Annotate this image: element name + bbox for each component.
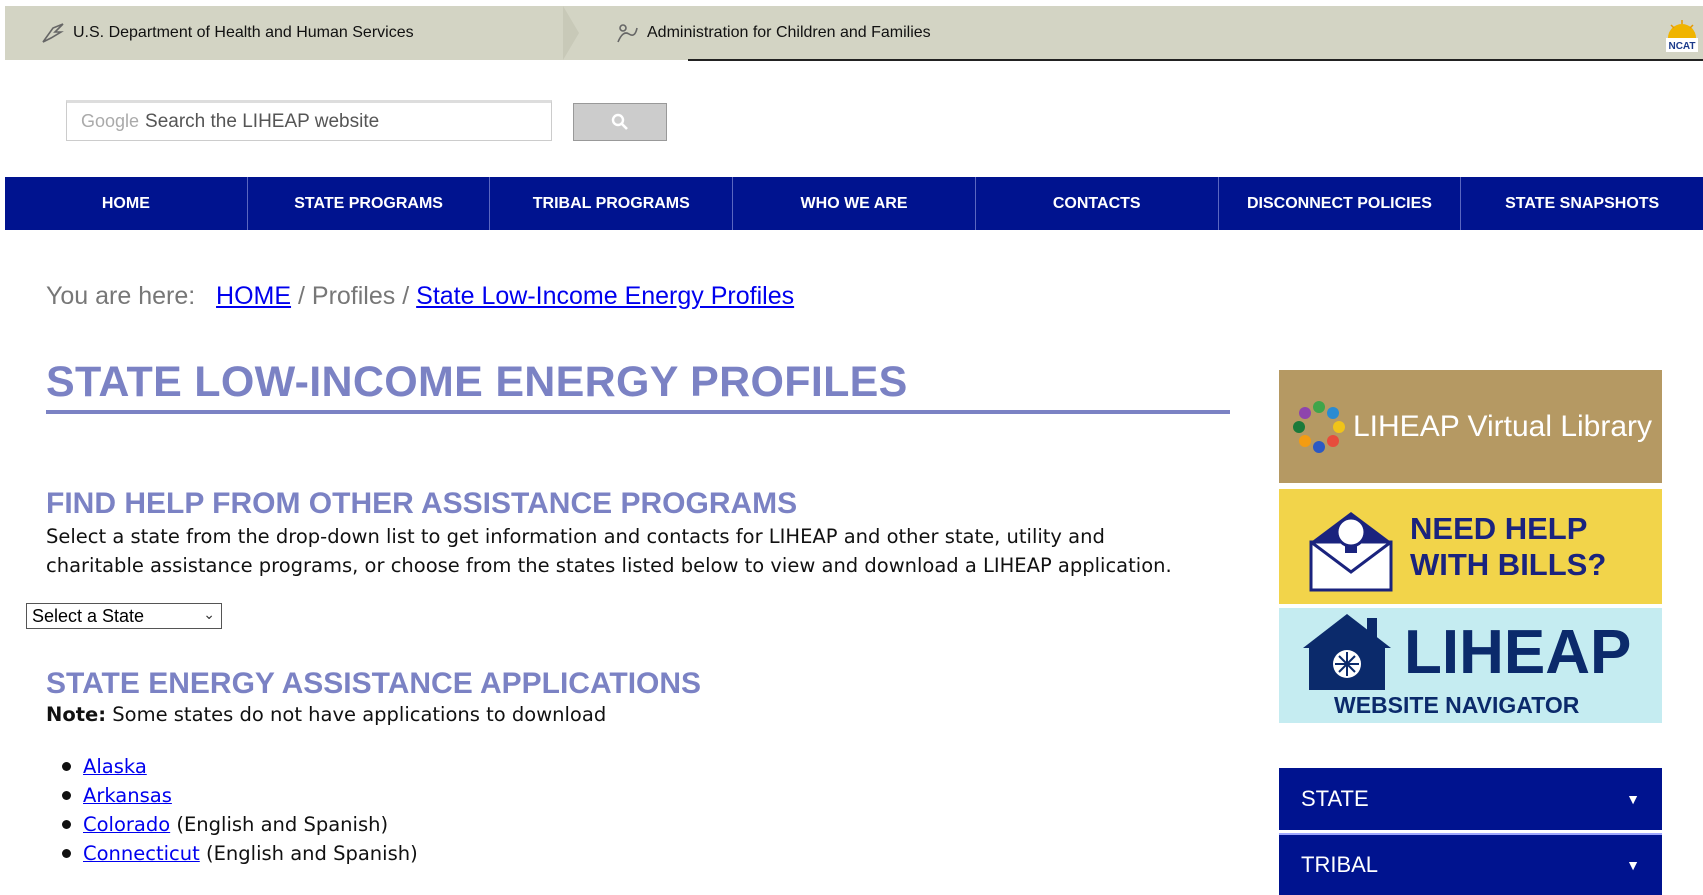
search-icon [611, 113, 628, 130]
caret-down-icon: ▼ [1626, 857, 1640, 873]
note-text: Some states do not have applications to … [112, 703, 607, 726]
bills-line2: WITH BILLS? [1410, 547, 1607, 582]
virtual-library-banner[interactable]: LIHEAP Virtual Library [1279, 370, 1662, 483]
hhs-label: U.S. Department of Health and Human Serv… [73, 24, 414, 41]
acf-label: Administration for Children and Families [647, 24, 931, 41]
accordion-tribal[interactable]: TRIBAL ▼ [1279, 833, 1662, 895]
caret-down-icon: ▼ [1626, 791, 1640, 807]
list-item: Alaska [62, 752, 418, 781]
accordion-state-label: STATE [1301, 786, 1369, 811]
state-link-connecticut[interactable]: Connecticut [83, 842, 200, 865]
main-nav: HOME STATE PROGRAMS TRIBAL PROGRAMS WHO … [5, 177, 1703, 230]
bills-line1: NEED HELP [1410, 511, 1588, 546]
breadcrumb: You are here: HOME / Profiles / State Lo… [46, 282, 794, 311]
hhs-eagle-icon [42, 23, 64, 43]
breadcrumb-separator: / [402, 282, 410, 310]
list-item: Arkansas [62, 781, 418, 810]
breadcrumb-home-link[interactable]: HOME [216, 282, 291, 310]
search-button[interactable] [573, 103, 667, 141]
bar-underline [688, 59, 1703, 61]
title-rule [46, 410, 1230, 414]
list-item: Connecticut (English and Spanish) [62, 839, 418, 868]
need-help-bills-banner[interactable]: NEED HELP WITH BILLS? [1279, 489, 1662, 604]
website-navigator-banner[interactable]: LIHEAP WEBSITE NAVIGATOR [1279, 608, 1662, 723]
bullet [62, 849, 71, 858]
bar-divider [563, 6, 579, 60]
help-text: Select a state from the drop-down list t… [46, 525, 1172, 577]
nav-home[interactable]: HOME [5, 177, 248, 230]
state-link-alaska[interactable]: Alaska [83, 755, 147, 778]
nav-contacts[interactable]: CONTACTS [976, 177, 1219, 230]
bullet [62, 820, 71, 829]
nav-who-we-are[interactable]: WHO WE ARE [733, 177, 976, 230]
state-suffix: (English and Spanish) [205, 842, 418, 865]
svg-text:NCAT: NCAT [1668, 41, 1695, 52]
list-item: Colorado (English and Spanish) [62, 810, 418, 839]
accordion-tribal-label: TRIBAL [1301, 852, 1379, 877]
house-sun-snowflake-icon [1303, 614, 1391, 690]
nav-state-programs[interactable]: STATE PROGRAMS [248, 177, 491, 230]
state-select-value: Select a State [32, 605, 145, 626]
state-list: Alaska Arkansas Colorado (English and Sp… [62, 752, 418, 868]
chevron-down-icon: ⌄ [203, 606, 215, 622]
state-link-arkansas[interactable]: Arkansas [83, 784, 172, 807]
ncat-sun-icon: NCAT [1666, 20, 1698, 52]
nav-state-snapshots[interactable]: STATE SNAPSHOTS [1461, 177, 1703, 230]
bullet [62, 791, 71, 800]
google-logo: Google [81, 111, 140, 131]
nav-disconnect-policies[interactable]: DISCONNECT POLICIES [1219, 177, 1462, 230]
bullet [62, 762, 71, 771]
note-label: Note: [46, 703, 107, 726]
breadcrumb-profiles: Profiles [311, 282, 396, 310]
breadcrumb-prefix: You are here: [46, 282, 196, 310]
state-select[interactable]: Select a State ⌄ [26, 603, 222, 629]
navigator-big-label: LIHEAP [1404, 618, 1632, 687]
nav-tribal-programs[interactable]: TRIBAL PROGRAMS [490, 177, 734, 230]
state-link-colorado[interactable]: Colorado [83, 813, 170, 836]
virtual-library-label: LIHEAP Virtual Library [1353, 409, 1653, 443]
state-suffix: (English and Spanish) [176, 813, 389, 836]
accordion-state[interactable]: STATE ▼ [1279, 768, 1662, 830]
page-title: STATE LOW-INCOME ENERGY PROFILES [46, 358, 908, 406]
search-input[interactable]: Google Search the LIHEAP website [66, 100, 552, 141]
dots-circle-icon [1293, 400, 1345, 453]
acf-family-icon [617, 24, 638, 43]
breadcrumb-current-link[interactable]: State Low-Income Energy Profiles [416, 282, 794, 310]
agency-bar: U.S. Department of Health and Human Serv… [5, 6, 1703, 61]
ncat-logo[interactable]: NCAT [1665, 18, 1699, 54]
applications-heading: STATE ENERGY ASSISTANCE APPLICATIONS [46, 667, 702, 700]
acf-link[interactable]: Administration for Children and Families [615, 22, 931, 44]
breadcrumb-separator: / [298, 282, 305, 310]
hhs-link[interactable]: U.S. Department of Health and Human Serv… [41, 22, 414, 44]
note: Note: Some states do not have applicatio… [46, 703, 606, 726]
navigator-small-label: WEBSITE NAVIGATOR [1334, 692, 1580, 718]
search-placeholder: Search the LIHEAP website [145, 110, 380, 132]
help-heading: FIND HELP FROM OTHER ASSISTANCE PROGRAMS [46, 487, 798, 520]
envelope-lightbulb-icon [1309, 512, 1393, 592]
